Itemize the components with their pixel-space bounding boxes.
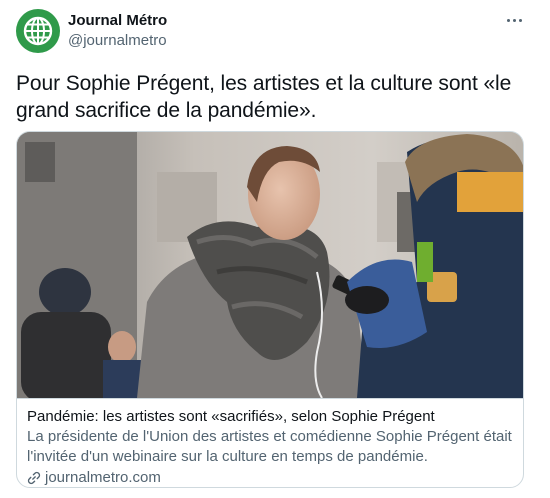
- author-info: Journal Métro @journalmetro: [68, 12, 167, 51]
- author-handle[interactable]: @journalmetro: [68, 31, 167, 51]
- card-body[interactable]: Pandémie: les artistes sont «sacrifiés»,…: [17, 398, 523, 487]
- tweet: Journal Métro @journalmetro Pour Sophie …: [0, 0, 550, 498]
- link-icon: [27, 471, 41, 485]
- more-options-icon[interactable]: [500, 10, 528, 30]
- card-title[interactable]: Pandémie: les artistes sont «sacrifiés»,…: [27, 407, 515, 427]
- card-domain-label: journalmetro.com: [45, 469, 161, 486]
- card-domain[interactable]: journalmetro.com: [27, 468, 515, 487]
- tweet-text: Pour Sophie Prégent, les artistes et la …: [16, 72, 512, 122]
- globe-icon: [23, 16, 53, 46]
- link-card[interactable]: Pandémie: les artistes sont «sacrifiés»,…: [16, 131, 524, 488]
- card-description: La présidente de l'Union des artistes et…: [27, 428, 512, 465]
- card-image[interactable]: [17, 132, 523, 398]
- author-name[interactable]: Journal Métro: [68, 12, 167, 30]
- avatar[interactable]: [16, 9, 60, 53]
